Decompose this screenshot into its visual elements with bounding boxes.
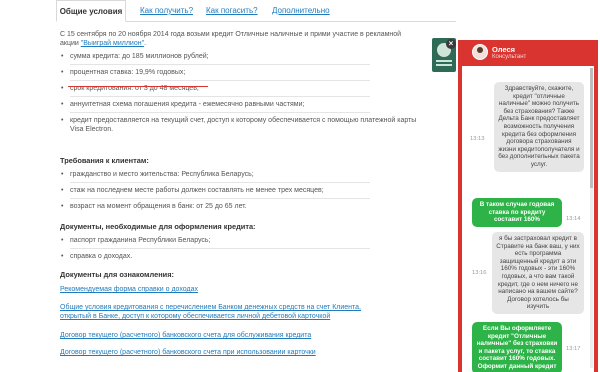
tab-bar: Общие условия Как получить? Как погасить…: [56, 0, 456, 22]
promo-intro-end: .: [144, 40, 147, 47]
list-item: паспорт гражданина Республики Беларусь;: [60, 236, 420, 245]
list-item: аннуитетная схема погашения кредита - еж…: [60, 100, 420, 109]
message-time: 13:17: [566, 346, 581, 352]
doc-link-income-form[interactable]: Рекомендуемая форма справки о доходах: [60, 285, 390, 294]
divider: [70, 64, 370, 65]
message-time: 13:14: [566, 216, 581, 222]
review-docs-heading: Документы для ознакомления:: [60, 270, 174, 279]
user-message: Если Вы оформляете кредит "Отличные нали…: [472, 322, 562, 372]
message-time: 13:13: [470, 136, 485, 142]
tab-how-to-get[interactable]: Как получить?: [140, 0, 193, 22]
user-message: В таком случае годовая ставка по кредиту…: [472, 198, 562, 227]
agent-avatar: [472, 44, 488, 60]
tab-additional[interactable]: Дополнительно: [272, 0, 330, 22]
agent-message: я бы застраховал кредит в Стравите на ба…: [492, 232, 584, 314]
doc-link-account-agreement[interactable]: Договор текущего (расчетного) банковског…: [60, 331, 390, 340]
divider: [70, 112, 370, 113]
list-item: справка о доходах.: [60, 252, 420, 261]
list-item: стаж на последнем месте работы должен со…: [60, 186, 420, 195]
divider: [70, 182, 370, 183]
divider: [70, 198, 370, 199]
tab-how-to-repay[interactable]: Как погасить?: [206, 0, 258, 22]
doc-link-card-agreement[interactable]: Договор текущего (расчетного) банковског…: [60, 348, 390, 357]
documents-heading: Документы, необходимые для оформления кр…: [60, 222, 256, 231]
promo-intro: С 15 сентября по 20 ноября 2014 года воз…: [60, 30, 420, 48]
list-item: сумма кредита: до 185 миллионов рублей;: [60, 52, 420, 61]
requirements-heading: Требования к клиентам:: [60, 156, 149, 165]
requirements-list: гражданство и место жительства: Республи…: [60, 170, 420, 211]
documents-list: паспорт гражданина Республики Беларусь; …: [60, 236, 420, 261]
promo-link[interactable]: "Выиграй миллион": [81, 40, 144, 47]
divider: [70, 248, 370, 249]
list-item: возраст на момент обращения в банк: от 2…: [60, 202, 420, 211]
tab-general-conditions[interactable]: Общие условия: [56, 0, 126, 22]
rate-highlight-underline: [68, 86, 208, 87]
doc-link-general-conditions[interactable]: Общие условия кредитования с перечислени…: [60, 303, 390, 321]
agent-role: Консультант: [492, 54, 527, 60]
list-item: гражданство и место жительства: Республи…: [60, 170, 420, 179]
list-item: процентная ставка: 19,9% годовых;: [60, 68, 420, 77]
agent-message: Здравствуйте, скажите, кредит "отличные …: [494, 82, 584, 172]
divider: [70, 80, 370, 81]
close-icon[interactable]: ×: [446, 39, 456, 49]
divider: [70, 96, 370, 97]
message-time: 13:16: [472, 270, 487, 276]
chat-header: Олеся Консультант: [458, 40, 598, 64]
chat-widget: Олеся Консультант 13:13 Здравствуйте, ск…: [458, 40, 598, 372]
agent-name: Олеся: [492, 45, 516, 54]
chat-messages[interactable]: 13:13 Здравствуйте, скажите, кредит "отл…: [462, 66, 594, 372]
chat-scrollbar-thumb[interactable]: [590, 68, 593, 188]
conditions-list: сумма кредита: до 185 миллионов рублей; …: [60, 52, 420, 134]
list-item: кредит предоставляется на текущий счет, …: [60, 116, 420, 134]
